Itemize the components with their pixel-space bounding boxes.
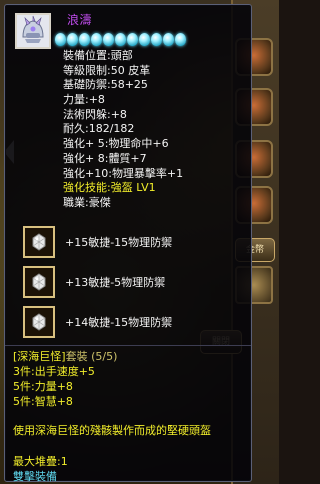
- usage-hint: 雙擊裝備: [13, 470, 57, 483]
- stat-value: 體質+7: [108, 151, 147, 165]
- stat-value: 物理暴擊率+1: [111, 166, 184, 180]
- stat-line: 裝備位置:頭部: [63, 49, 183, 64]
- set-bonus-section: [深海巨怪]套裝 (5/5) 3件:出手速度+5 5件:力量+8 5件:智慧+8: [13, 349, 117, 409]
- enhancement-star-icon: [127, 33, 138, 46]
- stat-value: 強盔 LV1: [110, 181, 156, 195]
- gem-slot-1: [23, 226, 55, 258]
- stat-label: 力量: [63, 93, 85, 107]
- item-description: 使用深海巨怪的殘骸製作而成的堅硬頭盔: [13, 424, 211, 437]
- item-icon-frame: [15, 13, 51, 49]
- enhancement-star-icon: [175, 33, 186, 46]
- gem-bonus-text: +13敏捷-5物理防禦: [65, 276, 166, 289]
- stat-line: 職業:豪傑: [63, 196, 183, 211]
- gem-row-1: +15敏捷-15物理防禦: [23, 225, 172, 259]
- stat-label: 強化+ 8: [63, 151, 105, 165]
- stat-value: 50 皮革: [110, 63, 151, 77]
- stat-value: 物理命中+6: [108, 137, 169, 151]
- set-title: [深海巨怪]套裝 (5/5): [13, 349, 117, 364]
- stat-line: 強化+ 5:物理命中+6: [63, 137, 183, 152]
- stat-line: 強化+ 8:體質+7: [63, 152, 183, 167]
- enhancement-star-icon: [55, 33, 66, 46]
- enhancement-star-icon: [139, 33, 150, 46]
- stat-label: 法術閃躲: [63, 107, 107, 121]
- set-bonus-line: 5件:智慧+8: [13, 395, 73, 408]
- stat-line: 基礎防禦:58+25: [63, 78, 183, 93]
- stat-label: 基礎防禦: [63, 78, 107, 92]
- enhancement-star-icon: [103, 33, 114, 46]
- stat-label: 裝備位置: [63, 49, 107, 62]
- stat-label: 職業: [63, 195, 85, 209]
- stat-line: 法術閃躲:+8: [63, 108, 183, 123]
- item-tooltip: 浪濤 裝備位置:頭部 等級限制:50 皮革 基礎防禦:58+25 力量:+8 法術閃躲:…: [4, 4, 252, 483]
- stat-value: +8: [88, 93, 105, 107]
- gem-icon: [32, 233, 46, 251]
- stat-value: 頭部: [110, 49, 133, 62]
- item-name: 浪濤: [67, 13, 93, 27]
- gem-bonus-text: +15敏捷-15物理防禦: [65, 236, 173, 249]
- gem-row-2: +13敏捷-5物理防禦: [23, 265, 165, 299]
- divider: [5, 345, 251, 346]
- enhancement-stars: [55, 33, 186, 47]
- enhancement-star-icon: [91, 33, 102, 46]
- gem-bonus-text: +14敏捷-15物理防禦: [65, 316, 173, 329]
- stat-line: 等級限制:50 皮革: [63, 64, 183, 79]
- stat-line: 力量:+8: [63, 93, 183, 108]
- stat-label: 強化+10: [63, 166, 109, 180]
- enhancement-star-icon: [115, 33, 126, 46]
- gem-icon: [32, 273, 46, 291]
- gem-slot-3: [23, 306, 55, 338]
- max-stack: 最大堆疊:1: [13, 455, 68, 468]
- helmet-icon: [17, 15, 49, 47]
- gem-slot-2: [23, 266, 55, 298]
- stat-value: 豪傑: [88, 195, 111, 209]
- stat-line: 強化+10:物理暴擊率+1: [63, 167, 183, 182]
- set-bonus-line: 3件:出手速度+5: [13, 365, 95, 378]
- set-bonus-line: 5件:力量+8: [13, 380, 73, 393]
- gem-row-3: +14敏捷-15物理防禦: [23, 305, 172, 339]
- enhancement-star-icon: [67, 33, 78, 46]
- set-name: [深海巨怪]: [13, 350, 66, 363]
- stat-value: 58+25: [110, 78, 148, 92]
- set-count: 套裝 (5/5): [65, 350, 118, 363]
- stat-label: 耐久: [63, 122, 85, 136]
- stat-label: 強化+ 5: [63, 137, 105, 151]
- stat-label: 強化技能: [63, 181, 107, 195]
- stat-line: 耐久:182/182: [63, 122, 183, 137]
- enhancement-star-icon: [79, 33, 90, 46]
- stat-value: +8: [110, 107, 127, 121]
- stat-value: 182/182: [88, 122, 135, 136]
- stat-label: 等級限制: [63, 63, 107, 77]
- enhancement-star-icon: [163, 33, 174, 46]
- gem-icon: [32, 313, 46, 331]
- item-stats: 裝備位置:頭部 等級限制:50 皮革 基礎防禦:58+25 力量:+8 法術閃躲:+8 耐…: [63, 49, 183, 211]
- enhancement-star-icon: [151, 33, 162, 46]
- stat-line: 強化技能:強盔 LV1: [63, 181, 183, 196]
